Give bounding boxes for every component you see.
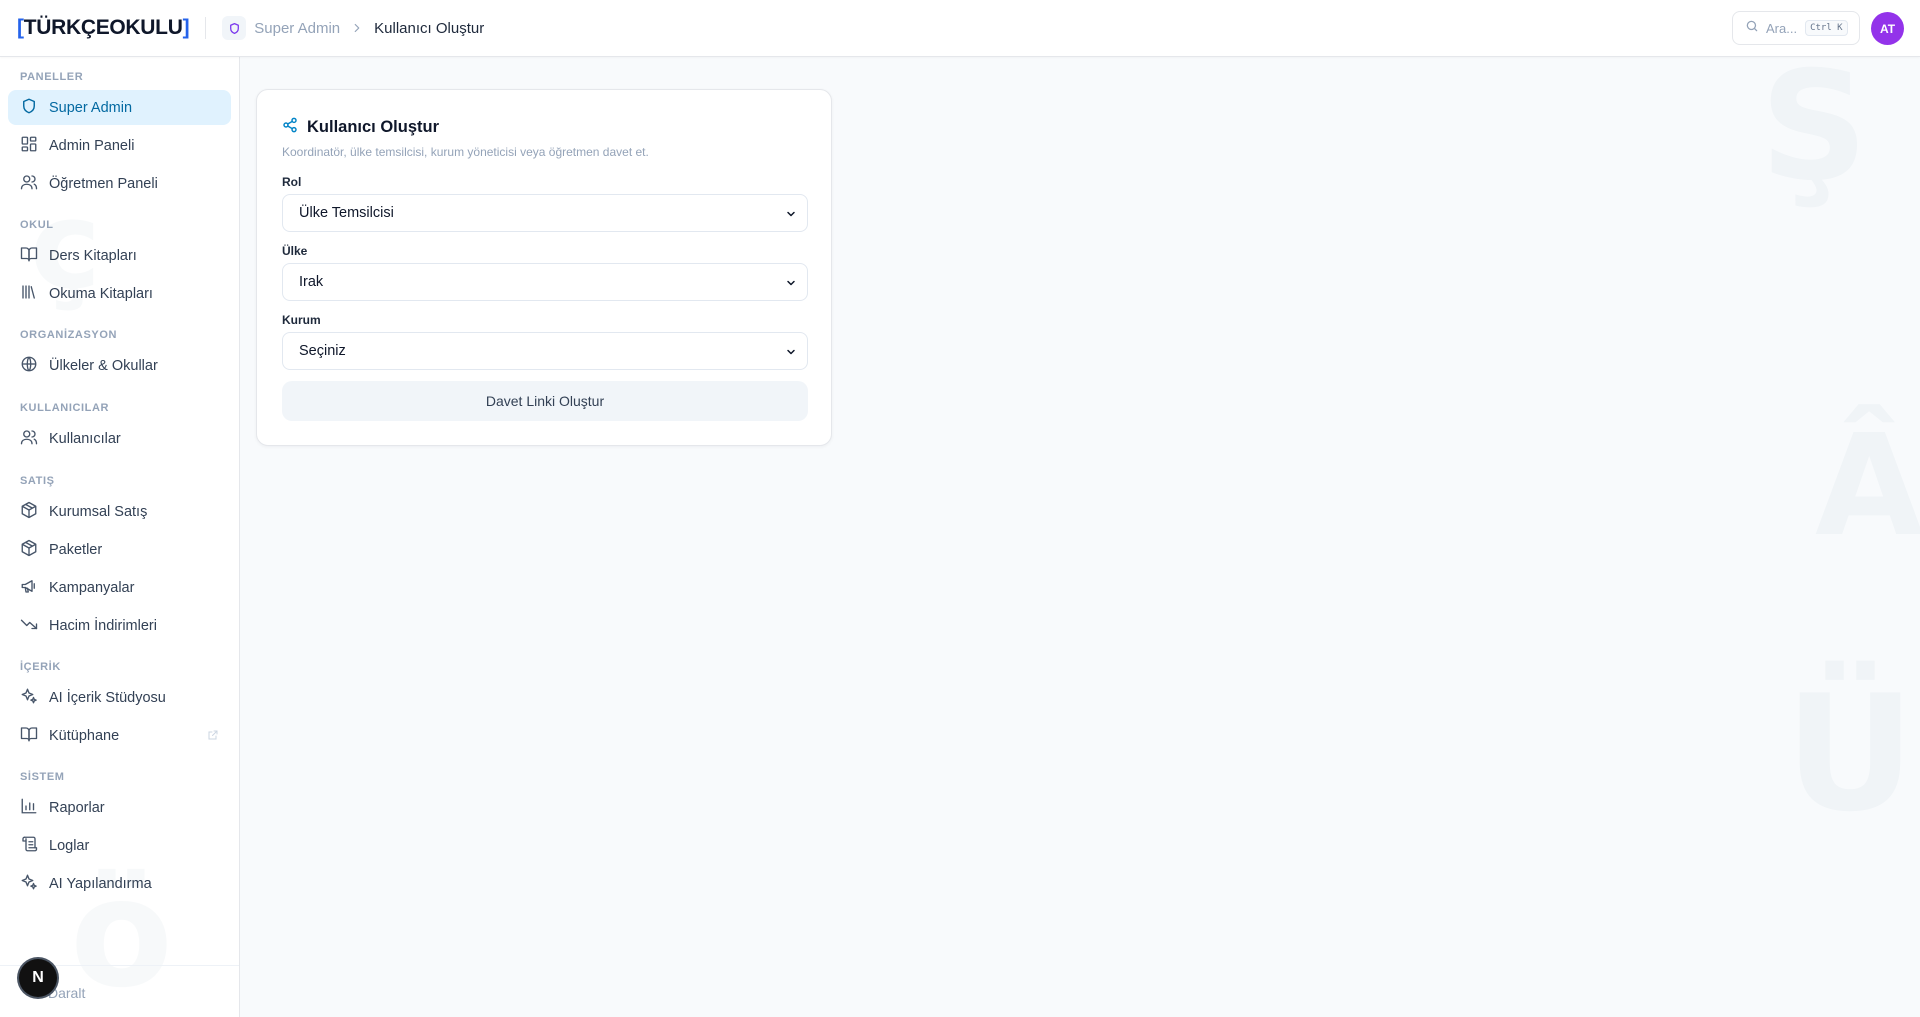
section-title-paneller: PANELLER	[20, 71, 84, 83]
sidebar-item-kullanicilar[interactable]: Kullanıcılar	[8, 421, 231, 456]
shield-icon	[222, 16, 247, 40]
share-icon	[282, 117, 298, 138]
users-icon	[20, 428, 38, 450]
sidebar-item-ai-yapilandirma[interactable]: AI Yapılandırma	[8, 866, 231, 901]
card-title: Kullanıcı Oluştur	[307, 118, 440, 136]
sidebar-item-label: Raporlar	[49, 799, 105, 816]
sidebar-item-label: Öğretmen Paneli	[49, 175, 158, 192]
dashboard-icon	[20, 135, 38, 157]
chevron-down-icon	[785, 208, 797, 224]
sidebar-item-label: Paketler	[49, 541, 103, 558]
sidebar-item-label: AI İçerik Stüdyosu	[49, 689, 166, 706]
breadcrumb-current: Kullanıcı Oluştur	[374, 19, 485, 37]
sidebar-item-label: Hacim İndirimleri	[49, 617, 157, 634]
card-header: Kullanıcı Oluştur	[282, 117, 439, 138]
sidebar-item-ders-kitaplari[interactable]: Ders Kitapları	[8, 238, 231, 273]
header-divider	[205, 17, 207, 39]
section-title-sistem: SİSTEM	[20, 771, 65, 783]
sparkles-icon	[20, 687, 38, 709]
sidebar-item-paketler[interactable]: Paketler	[8, 532, 231, 567]
sidebar-item-ulkeler-okullar[interactable]: Ülkeler & Okullar	[8, 348, 231, 383]
role-label: Rol	[282, 175, 302, 189]
sidebar: ç ö PANELLER Super Admin Admin Paneli Öğ…	[0, 57, 240, 1017]
package-icon	[20, 539, 38, 561]
users-icon	[20, 173, 38, 195]
sidebar-item-label: Kütüphane	[49, 727, 120, 744]
search-button[interactable]: Ara... Ctrl K	[1732, 11, 1860, 45]
sidebar-item-ai-icerik-studyosu[interactable]: AI İçerik Stüdyosu	[8, 680, 231, 715]
chevron-down-icon	[785, 277, 797, 293]
watermark-letter: Ş	[1760, 40, 1869, 214]
sidebar-item-kutuphane[interactable]: Kütüphane	[8, 718, 231, 753]
search-placeholder: Ara...	[1766, 20, 1798, 36]
sidebar-item-label: Kullanıcılar	[49, 430, 121, 447]
trending-down-icon	[20, 615, 38, 637]
globe-icon	[20, 355, 38, 377]
bar-chart-icon	[20, 797, 38, 819]
country-select-value: Irak	[299, 274, 324, 290]
book-open-icon	[20, 245, 38, 267]
country-label: Ülke	[282, 244, 308, 258]
watermark-letter: Ü	[1785, 660, 1915, 847]
sidebar-item-label: Ders Kitapları	[49, 247, 137, 264]
sidebar-item-raporlar[interactable]: Raporlar	[8, 790, 231, 825]
create-invite-link-button[interactable]: Davet Linki Oluştur	[282, 381, 808, 421]
user-avatar[interactable]: AT	[1871, 12, 1904, 45]
search-shortcut: Ctrl K	[1805, 20, 1848, 36]
package-icon	[20, 501, 38, 523]
sidebar-item-kampanyalar[interactable]: Kampanyalar	[8, 570, 231, 605]
sidebar-item-ogretmen-paneli[interactable]: Öğretmen Paneli	[8, 166, 231, 201]
section-title-icerik: İÇERİK	[20, 661, 61, 673]
sidebar-item-kurumsal-satis[interactable]: Kurumsal Satış	[8, 494, 231, 529]
sidebar-item-label: Super Admin	[49, 99, 133, 116]
card-description: Koordinatör, ülke temsilcisi, kurum yöne…	[282, 145, 649, 159]
country-select[interactable]: Irak	[282, 263, 808, 301]
sidebar-item-super-admin[interactable]: Super Admin	[8, 90, 231, 125]
watermark-letter: Â	[1815, 405, 1920, 568]
chevron-down-icon	[785, 346, 797, 362]
top-bar: [TÜRKÇEOKULU] Super Admin Kullanıcı Oluş…	[0, 0, 1920, 57]
search-icon	[1745, 19, 1759, 38]
sidebar-item-label: Kurumsal Satış	[49, 503, 148, 520]
sidebar-item-label: Loglar	[49, 837, 90, 854]
create-user-card: Kullanıcı Oluştur Koordinatör, ülke tems…	[256, 89, 832, 446]
sidebar-item-label: Ülkeler & Okullar	[49, 357, 158, 374]
sidebar-item-label: Admin Paneli	[49, 137, 135, 154]
sidebar-item-hacim-indirimleri[interactable]: Hacim İndirimleri	[8, 608, 231, 643]
scroll-icon	[20, 835, 38, 857]
institution-label: Kurum	[282, 313, 321, 327]
megaphone-icon	[20, 577, 38, 599]
section-title-satis: SATIŞ	[20, 475, 55, 487]
brand-logo[interactable]: [TÜRKÇEOKULU]	[17, 16, 190, 40]
chevron-right-icon	[350, 21, 364, 35]
section-title-okul: OKUL	[20, 219, 54, 231]
dev-tools-badge[interactable]: N	[19, 959, 57, 997]
sidebar-item-label: Kampanyalar	[49, 579, 135, 596]
book-open-icon	[20, 725, 38, 747]
section-title-kullanicilar: KULLANICILAR	[20, 402, 110, 414]
sidebar-item-label: Okuma Kitapları	[49, 285, 153, 302]
sidebar-item-okuma-kitaplari[interactable]: Okuma Kitapları	[8, 276, 231, 311]
role-select[interactable]: Ülke Temsilcisi	[282, 194, 808, 232]
institution-select[interactable]: Seçiniz	[282, 332, 808, 370]
library-icon	[20, 283, 38, 305]
sidebar-item-admin-paneli[interactable]: Admin Paneli	[8, 128, 231, 163]
shield-icon	[20, 97, 38, 119]
external-link-icon	[207, 729, 219, 745]
institution-select-value: Seçiniz	[299, 343, 346, 359]
sidebar-item-loglar[interactable]: Loglar	[8, 828, 231, 863]
section-title-organizasyon: ORGANİZASYON	[20, 329, 118, 341]
role-select-value: Ülke Temsilcisi	[299, 205, 394, 221]
breadcrumb-parent-link[interactable]: Super Admin	[254, 20, 340, 37]
sidebar-item-label: AI Yapılandırma	[49, 875, 152, 892]
sparkles-icon	[20, 873, 38, 895]
